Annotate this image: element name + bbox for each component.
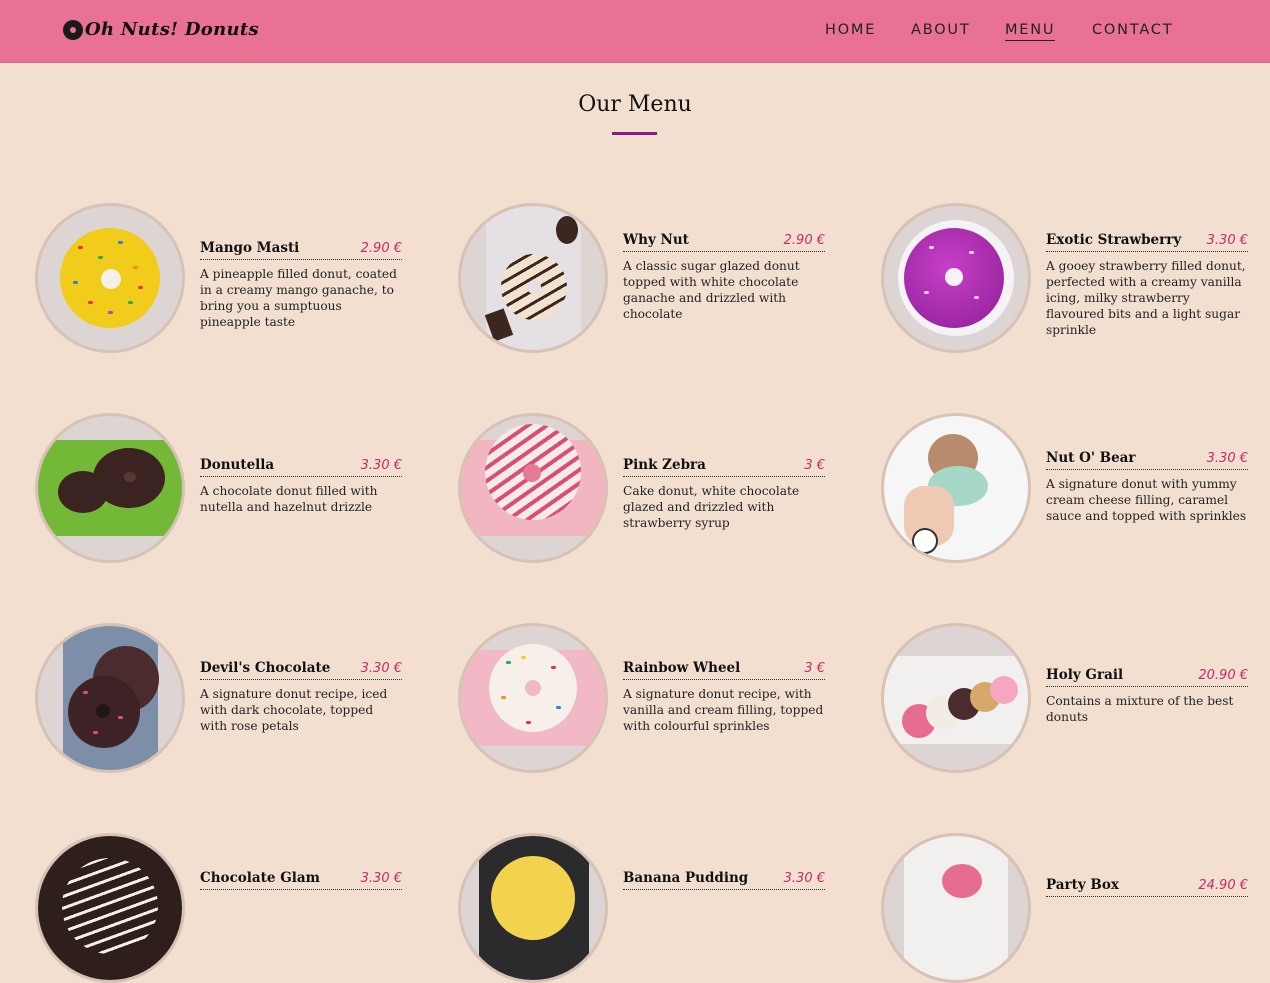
- item-price: 3.30 €: [360, 871, 402, 886]
- item-price: 3 €: [804, 458, 825, 473]
- item-name: Donutella: [200, 457, 275, 473]
- item-description: A signature donut recipe, with vanilla a…: [623, 687, 824, 733]
- donut-photo: [881, 203, 1031, 353]
- item-name: Holy Grail: [1046, 667, 1124, 683]
- menu-item[interactable]: Exotic Strawberry 3.30 € A gooey strawbe…: [881, 203, 1261, 353]
- item-name: Exotic Strawberry: [1046, 232, 1182, 248]
- nav-about[interactable]: ABOUT: [911, 22, 971, 38]
- item-name: Party Box: [1046, 877, 1119, 893]
- donut-photo: [458, 413, 608, 563]
- item-description: A pineapple filled donut, coated in a cr…: [200, 267, 397, 329]
- item-price: 3.30 €: [360, 458, 402, 473]
- donut-logo-icon: [63, 19, 83, 40]
- menu-item[interactable]: Donutella 3.30 € A chocolate donut fille…: [35, 413, 415, 563]
- item-description: A gooey strawberry filled donut, perfect…: [1046, 259, 1246, 337]
- item-price: 3.30 €: [360, 661, 402, 676]
- donut-photo: [881, 623, 1031, 773]
- item-description: A chocolate donut filled with nutella an…: [200, 484, 378, 514]
- item-description: A classic sugar glazed donut topped with…: [623, 259, 800, 321]
- item-name: Why Nut: [623, 232, 689, 248]
- item-price: 3 €: [804, 661, 825, 676]
- nav-home[interactable]: HOME: [825, 22, 876, 38]
- item-price: 3.30 €: [783, 871, 825, 886]
- brand-logo[interactable]: Oh Nuts! Donuts: [63, 19, 259, 40]
- donut-photo: [881, 833, 1031, 983]
- nav-menu[interactable]: MENU: [1005, 22, 1056, 41]
- donut-photo: [35, 623, 185, 773]
- item-name: Chocolate Glam: [200, 870, 320, 886]
- menu-item[interactable]: Pink Zebra 3 € Cake donut, white chocola…: [458, 413, 838, 563]
- title-underline: [612, 132, 657, 135]
- menu-item[interactable]: Rainbow Wheel 3 € A signature donut reci…: [458, 623, 838, 773]
- item-description: Cake donut, white chocolate glazed and d…: [623, 484, 800, 530]
- item-price: 3.30 €: [1206, 451, 1248, 466]
- item-name: Nut O' Bear: [1046, 450, 1136, 466]
- item-price: 3.30 €: [1206, 233, 1248, 248]
- item-price: 24.90 €: [1198, 878, 1248, 893]
- menu-item[interactable]: Party Box 24.90 €: [881, 833, 1261, 983]
- menu-item[interactable]: Why Nut 2.90 € A classic sugar glazed do…: [458, 203, 838, 353]
- donut-photo: [458, 203, 608, 353]
- item-name: Mango Masti: [200, 240, 300, 256]
- menu-item[interactable]: Banana Pudding 3.30 €: [458, 833, 838, 983]
- donut-photo: [458, 623, 608, 773]
- item-description: Contains a mixture of the best donuts: [1046, 694, 1234, 724]
- donut-photo: [458, 833, 608, 983]
- item-price: 2.90 €: [360, 241, 402, 256]
- item-description: A signature donut with yummy cream chees…: [1046, 477, 1247, 523]
- page-title: Our Menu: [578, 92, 692, 117]
- donut-photo: [881, 413, 1031, 563]
- item-price: 2.90 €: [783, 233, 825, 248]
- menu-item[interactable]: Holy Grail 20.90 € Contains a mixture of…: [881, 623, 1261, 773]
- brand-name: Oh Nuts! Donuts: [85, 19, 259, 40]
- menu-item[interactable]: Devil's Chocolate 3.30 € A signature don…: [35, 623, 415, 773]
- item-name: Devil's Chocolate: [200, 660, 331, 676]
- donut-photo: [35, 413, 185, 563]
- site-header: Oh Nuts! Donuts HOME ABOUT MENU CONTACT: [0, 0, 1270, 63]
- item-description: A signature donut recipe, iced with dark…: [200, 687, 388, 733]
- item-price: 20.90 €: [1198, 668, 1248, 683]
- menu-item[interactable]: Nut O' Bear 3.30 € A signature donut wit…: [881, 413, 1261, 563]
- donut-photo: [35, 203, 185, 353]
- item-name: Banana Pudding: [623, 870, 749, 886]
- nav-contact[interactable]: CONTACT: [1092, 22, 1173, 38]
- menu-item[interactable]: Mango Masti 2.90 € A pineapple filled do…: [35, 203, 415, 353]
- item-name: Rainbow Wheel: [623, 660, 741, 676]
- menu-item[interactable]: Chocolate Glam 3.30 €: [35, 833, 415, 983]
- donut-photo: [35, 833, 185, 983]
- item-name: Pink Zebra: [623, 457, 706, 473]
